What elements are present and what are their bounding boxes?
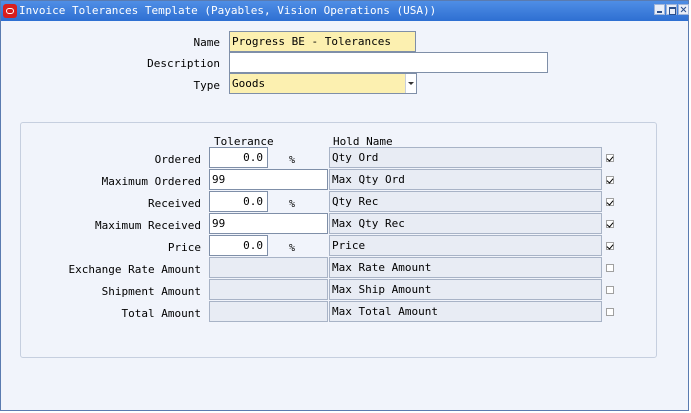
tolerance-field[interactable]: 0.0	[209, 147, 268, 168]
hold-enabled-checkbox[interactable]	[606, 308, 614, 316]
tolerance-row-label: Maximum Received	[95, 219, 201, 232]
tolerance-row-label: Price	[167, 241, 201, 254]
hold-enabled-checkbox[interactable]	[606, 264, 614, 272]
tolerance-row-label: Ordered	[154, 153, 201, 166]
hold-name-field[interactable]: Max Qty Ord	[329, 169, 602, 190]
title-bar[interactable]: Invoice Tolerances Template (Payables, V…	[1, 1, 689, 21]
tolerance-field[interactable]	[209, 301, 328, 322]
minimize-button[interactable]	[654, 4, 665, 15]
hold-name-field[interactable]: Max Rate Amount	[329, 257, 602, 278]
tolerance-field[interactable]: 99	[209, 169, 328, 190]
tolerance-field[interactable]: 0.0	[209, 191, 268, 212]
hold-enabled-checkbox[interactable]	[606, 220, 614, 228]
close-button[interactable]	[678, 4, 689, 15]
description-label: Description	[147, 57, 220, 70]
tolerance-field[interactable]: 99	[209, 213, 328, 234]
name-field[interactable]: Progress BE - Tolerances	[229, 31, 416, 52]
tolerance-row-label: Total Amount	[121, 307, 201, 320]
hold-name-field[interactable]: Max Qty Rec	[329, 213, 602, 234]
hold-enabled-checkbox[interactable]	[606, 198, 614, 206]
hold-name-field[interactable]: Qty Ord	[329, 147, 602, 168]
hold-enabled-checkbox[interactable]	[606, 286, 614, 294]
percent-sign: %	[289, 199, 296, 210]
type-label: Type	[193, 79, 221, 92]
chevron-down-icon[interactable]	[405, 74, 416, 93]
hold-enabled-checkbox[interactable]	[606, 176, 614, 184]
description-field[interactable]	[229, 52, 548, 73]
maximize-button[interactable]	[666, 4, 677, 15]
hold-name-field[interactable]: Qty Rec	[329, 191, 602, 212]
tolerance-row-label: Maximum Ordered	[101, 175, 201, 188]
type-select[interactable]: Goods	[229, 73, 417, 94]
name-label: Name	[193, 36, 221, 49]
window-title: Invoice Tolerances Template (Payables, V…	[19, 4, 437, 17]
tolerance-row-label: Shipment Amount	[101, 285, 201, 298]
hold-enabled-checkbox[interactable]	[606, 154, 614, 162]
invoice-tolerances-window: Invoice Tolerances Template (Payables, V…	[0, 0, 689, 411]
hold-name-field[interactable]: Price	[329, 235, 602, 256]
tolerance-field[interactable]: 0.0	[209, 235, 268, 256]
tolerance-row-label: Exchange Rate Amount	[68, 263, 201, 276]
oracle-app-icon	[3, 4, 17, 18]
hold-enabled-checkbox[interactable]	[606, 242, 614, 250]
hold-name-field[interactable]: Max Ship Amount	[329, 279, 602, 300]
tolerance-field[interactable]	[209, 257, 328, 278]
tolerance-row-label: Received	[148, 197, 201, 210]
tolerance-field[interactable]	[209, 279, 328, 300]
percent-sign: %	[289, 155, 296, 166]
percent-sign: %	[289, 243, 296, 254]
hold-name-field[interactable]: Max Total Amount	[329, 301, 602, 322]
